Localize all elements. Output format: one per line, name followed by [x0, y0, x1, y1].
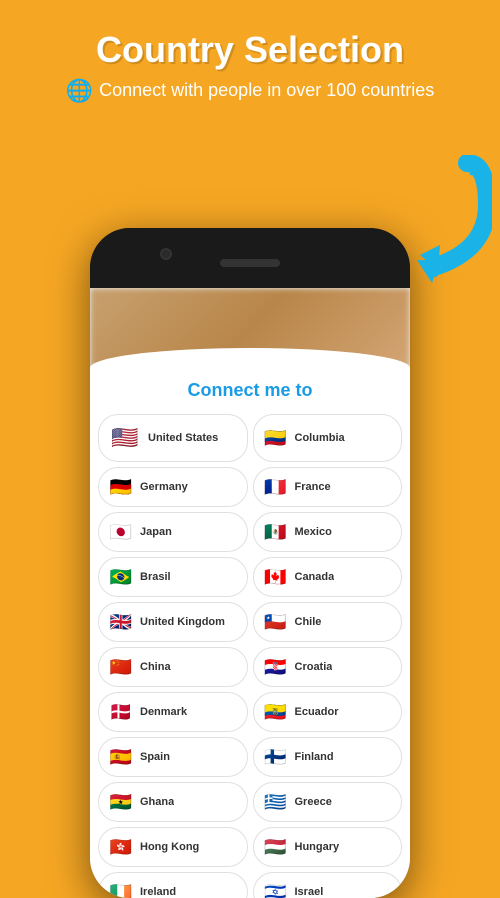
country-item[interactable]: 🇲🇽 Mexico	[253, 512, 403, 552]
flag-icon: 🇧🇷	[107, 563, 135, 591]
flag-icon: 🇬🇷	[262, 788, 290, 816]
page-title: Country Selection	[20, 30, 480, 70]
country-name: Canada	[295, 571, 335, 583]
flag-icon: 🇨🇳	[107, 653, 135, 681]
country-name: Ecuador	[295, 706, 339, 718]
country-item[interactable]: 🇯🇵 Japan	[98, 512, 248, 552]
country-item[interactable]: 🇨🇳 China	[98, 647, 248, 687]
phone-speaker	[220, 259, 280, 267]
country-item[interactable]: 🇺🇸 United States	[98, 414, 248, 462]
country-grid: 🇺🇸 United States 🇨🇴 Columbia 🇩🇪 Germany 🇫🇷 Fran…	[90, 409, 410, 898]
arrow-container	[370, 170, 490, 295]
flag-icon: 🇭🇰	[107, 833, 135, 861]
phone-screen: Connect me to 🇺🇸 United States 🇨🇴 Columbia 🇩…	[90, 288, 410, 898]
phone-camera	[160, 248, 172, 260]
flag-icon: 🇯🇵	[107, 518, 135, 546]
country-name: Japan	[140, 526, 172, 538]
arrow-icon	[370, 170, 490, 290]
country-item[interactable]: 🇩🇪 Germany	[98, 467, 248, 507]
country-item[interactable]: 🇪🇨 Ecuador	[253, 692, 403, 732]
flag-icon: 🇫🇮	[262, 743, 290, 771]
country-item[interactable]: 🇨🇱 Chile	[253, 602, 403, 642]
country-name: France	[295, 481, 331, 493]
phone-body: Connect me to 🇺🇸 United States 🇨🇴 Columbia 🇩…	[90, 228, 410, 898]
flag-icon: 🇺🇸	[107, 420, 143, 456]
country-name: Germany	[140, 481, 188, 493]
country-item[interactable]: 🇧🇷 Brasil	[98, 557, 248, 597]
country-item[interactable]: 🇪🇸 Spain	[98, 737, 248, 777]
flag-icon: 🇮🇱	[262, 878, 290, 898]
country-name: United States	[148, 432, 218, 444]
flag-icon: 🇩🇰	[107, 698, 135, 726]
country-name: Greece	[295, 796, 332, 808]
phone-wrapper: Connect me to 🇺🇸 United States 🇨🇴 Columbia 🇩…	[90, 228, 410, 898]
country-item[interactable]: 🇨🇴 Columbia	[253, 414, 403, 462]
country-name: United Kingdom	[140, 616, 225, 628]
country-item[interactable]: 🇭🇺 Hungary	[253, 827, 403, 867]
country-item[interactable]: 🇮🇪Ireland	[98, 872, 248, 898]
flag-icon: 🇲🇽	[262, 518, 290, 546]
flag-icon: 🇨🇦	[262, 563, 290, 591]
country-name: Spain	[140, 751, 170, 763]
flag-icon: 🇨🇱	[262, 608, 290, 636]
country-name: Hungary	[295, 841, 340, 853]
country-name: Finland	[295, 751, 334, 763]
country-name: China	[140, 661, 171, 673]
country-name: Mexico	[295, 526, 332, 538]
country-name: Denmark	[140, 706, 187, 718]
country-name: Ghana	[140, 796, 174, 808]
flag-icon: 🇨🇴	[262, 424, 290, 452]
phone-notch	[90, 228, 410, 288]
flag-icon: 🇬🇭	[107, 788, 135, 816]
country-item[interactable]: 🇬🇭 Ghana	[98, 782, 248, 822]
country-item[interactable]: 🇫🇷 France	[253, 467, 403, 507]
flag-icon: 🇭🇺	[262, 833, 290, 861]
flag-icon: 🇮🇪	[107, 878, 135, 898]
country-item[interactable]: 🇭🇰 Hong Kong	[98, 827, 248, 867]
country-item[interactable]: 🇨🇦 Canada	[253, 557, 403, 597]
country-name: Columbia	[295, 432, 345, 444]
flag-icon: 🇫🇷	[262, 473, 290, 501]
country-name: Croatia	[295, 661, 333, 673]
flag-icon: 🇬🇧	[107, 608, 135, 636]
country-name: Chile	[295, 616, 322, 628]
country-item[interactable]: 🇭🇷 Croatia	[253, 647, 403, 687]
connect-header: Connect me to	[90, 368, 410, 409]
flag-icon: 🇩🇪	[107, 473, 135, 501]
flag-icon: 🇪🇸	[107, 743, 135, 771]
header-section: Country Selection 🌐 Connect with people …	[0, 0, 500, 114]
country-name: Brasil	[140, 571, 171, 583]
flag-icon: 🇭🇷	[262, 653, 290, 681]
country-item[interactable]: 🇫🇮 Finland	[253, 737, 403, 777]
flag-icon: 🇪🇨	[262, 698, 290, 726]
subtitle-row: 🌐 Connect with people in over 100 countr…	[20, 78, 480, 104]
country-name: Hong Kong	[140, 841, 199, 853]
country-item[interactable]: 🇬🇷 Greece	[253, 782, 403, 822]
country-item[interactable]: 🇮🇱Israel	[253, 872, 403, 898]
header-subtitle: Connect with people in over 100 countrie…	[99, 80, 434, 101]
country-item[interactable]: 🇩🇰 Denmark	[98, 692, 248, 732]
connect-label: Connect me to	[90, 380, 410, 401]
globe-icon: 🌐	[66, 78, 93, 104]
country-item[interactable]: 🇬🇧 United Kingdom	[98, 602, 248, 642]
